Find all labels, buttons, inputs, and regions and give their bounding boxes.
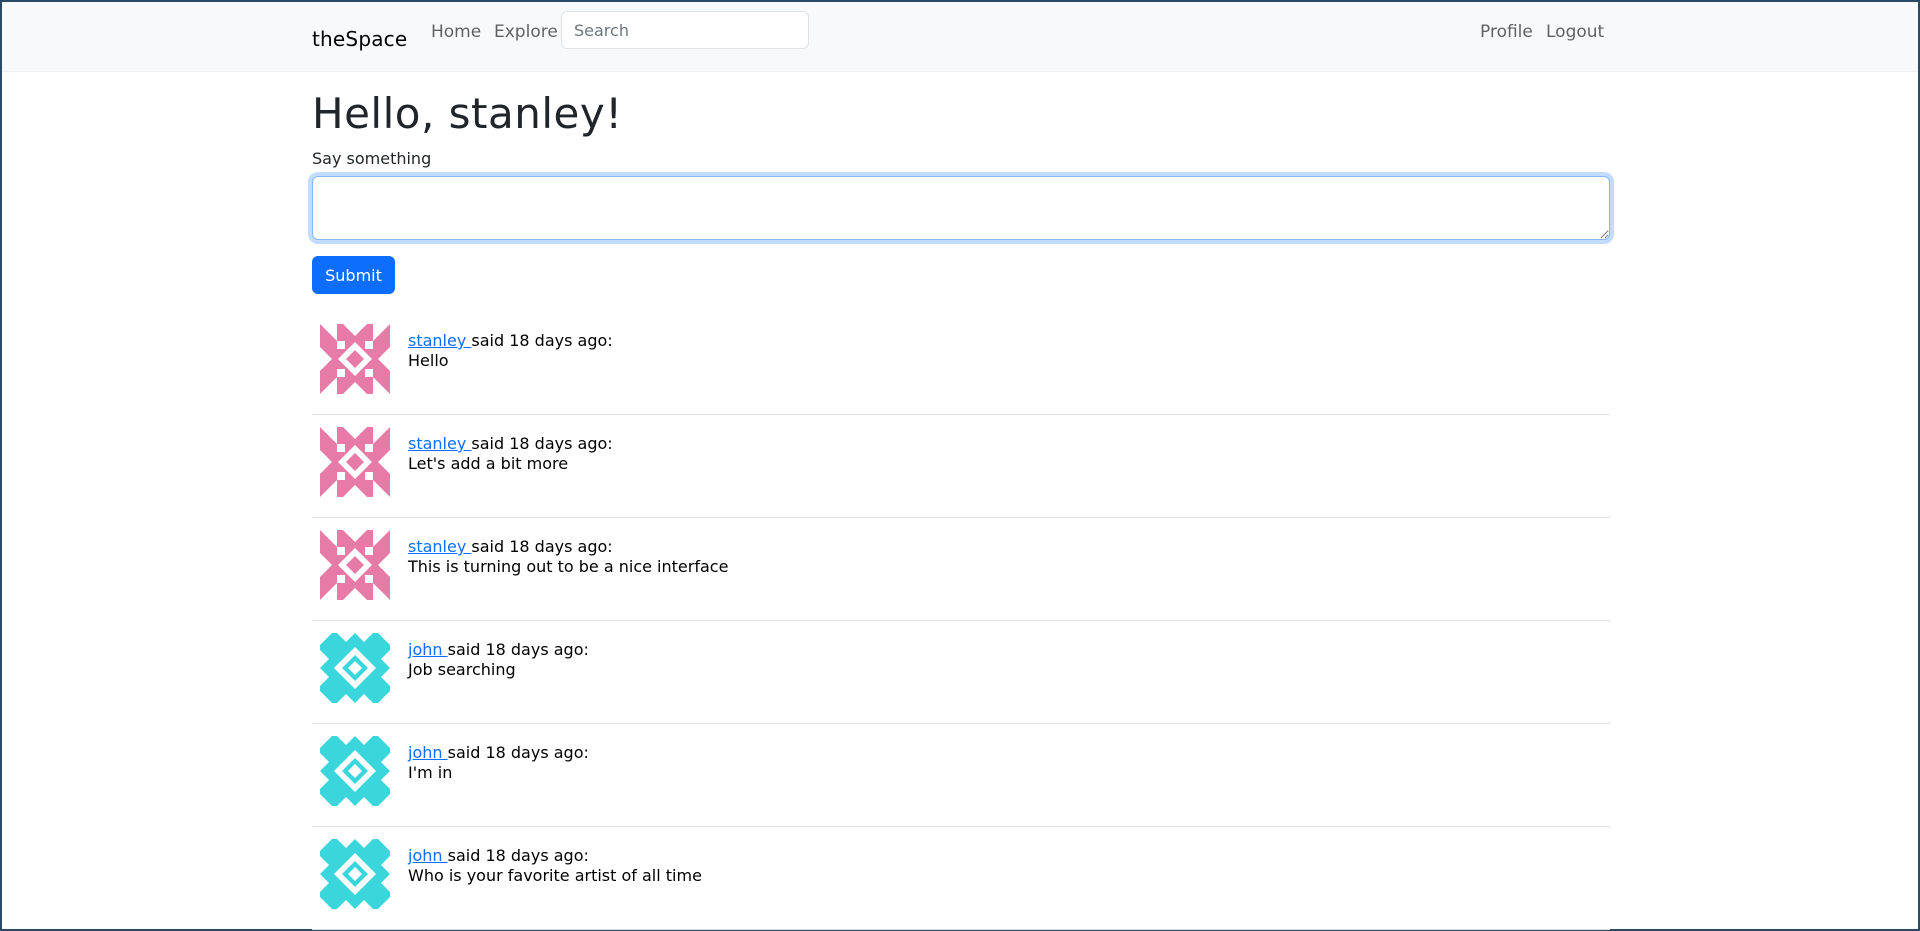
post-list: stanley said 18 days ago: Hello stanley … xyxy=(312,312,1610,930)
post-meta: john said 18 days ago: xyxy=(408,743,589,762)
post-timestamp: said 18 days ago: xyxy=(471,331,613,350)
post-author-link[interactable]: stanley xyxy=(408,434,471,453)
post-author-link[interactable]: stanley xyxy=(408,331,471,350)
post-meta: john said 18 days ago: xyxy=(408,640,589,659)
nav-logout-link[interactable]: Logout xyxy=(1546,22,1604,42)
post-item: stanley said 18 days ago: Let's add a bi… xyxy=(312,415,1610,518)
avatar-identicon-cyan[interactable] xyxy=(320,736,390,806)
brand-logo[interactable]: theSpace xyxy=(312,27,407,51)
post-meta: stanley said 18 days ago: xyxy=(408,537,613,556)
post-item: john said 18 days ago: Job searching xyxy=(312,621,1610,724)
post-item: john said 18 days ago: Who is your favor… xyxy=(312,827,1610,930)
navbar: theSpace Home Explore Profile Logout xyxy=(2,2,1918,72)
avatar-identicon-pink[interactable] xyxy=(320,324,390,394)
nav-explore-link[interactable]: Explore xyxy=(494,22,558,42)
post-meta: john said 18 days ago: xyxy=(408,846,589,865)
post-meta: stanley said 18 days ago: xyxy=(408,331,613,350)
post-timestamp: said 18 days ago: xyxy=(471,537,613,556)
post-timestamp: said 18 days ago: xyxy=(447,743,589,762)
search-input[interactable] xyxy=(561,11,809,49)
post-body: Job searching xyxy=(408,660,516,679)
nav-profile-link[interactable]: Profile xyxy=(1480,22,1533,42)
post-body: This is turning out to be a nice interfa… xyxy=(408,557,729,576)
avatar-identicon-cyan[interactable] xyxy=(320,633,390,703)
post-author-link[interactable]: john xyxy=(408,640,448,659)
post-body: Let's add a bit more xyxy=(408,454,569,473)
avatar-identicon-cyan[interactable] xyxy=(320,839,390,909)
post-item: stanley said 18 days ago: Hello xyxy=(312,312,1610,415)
post-item: stanley said 18 days ago: This is turnin… xyxy=(312,518,1610,621)
submit-button[interactable]: Submit xyxy=(312,256,395,294)
post-timestamp: said 18 days ago: xyxy=(471,434,613,453)
post-body: Hello xyxy=(408,351,449,370)
post-timestamp: said 18 days ago: xyxy=(447,640,589,659)
post-field-label: Say something xyxy=(312,149,432,168)
post-body: Who is your favorite artist of all time xyxy=(408,866,702,885)
avatar-identicon-pink[interactable] xyxy=(320,530,390,600)
page-title: Hello, stanley! xyxy=(312,89,623,138)
post-author-link[interactable]: john xyxy=(408,743,448,762)
post-body: I'm in xyxy=(408,763,453,782)
post-meta: stanley said 18 days ago: xyxy=(408,434,613,453)
post-textarea[interactable] xyxy=(312,176,1610,240)
post-author-link[interactable]: stanley xyxy=(408,537,471,556)
avatar-identicon-pink[interactable] xyxy=(320,427,390,497)
post-timestamp: said 18 days ago: xyxy=(447,846,589,865)
post-author-link[interactable]: john xyxy=(408,846,448,865)
nav-home-link[interactable]: Home xyxy=(431,22,481,42)
post-item: john said 18 days ago: I'm in xyxy=(312,724,1610,827)
